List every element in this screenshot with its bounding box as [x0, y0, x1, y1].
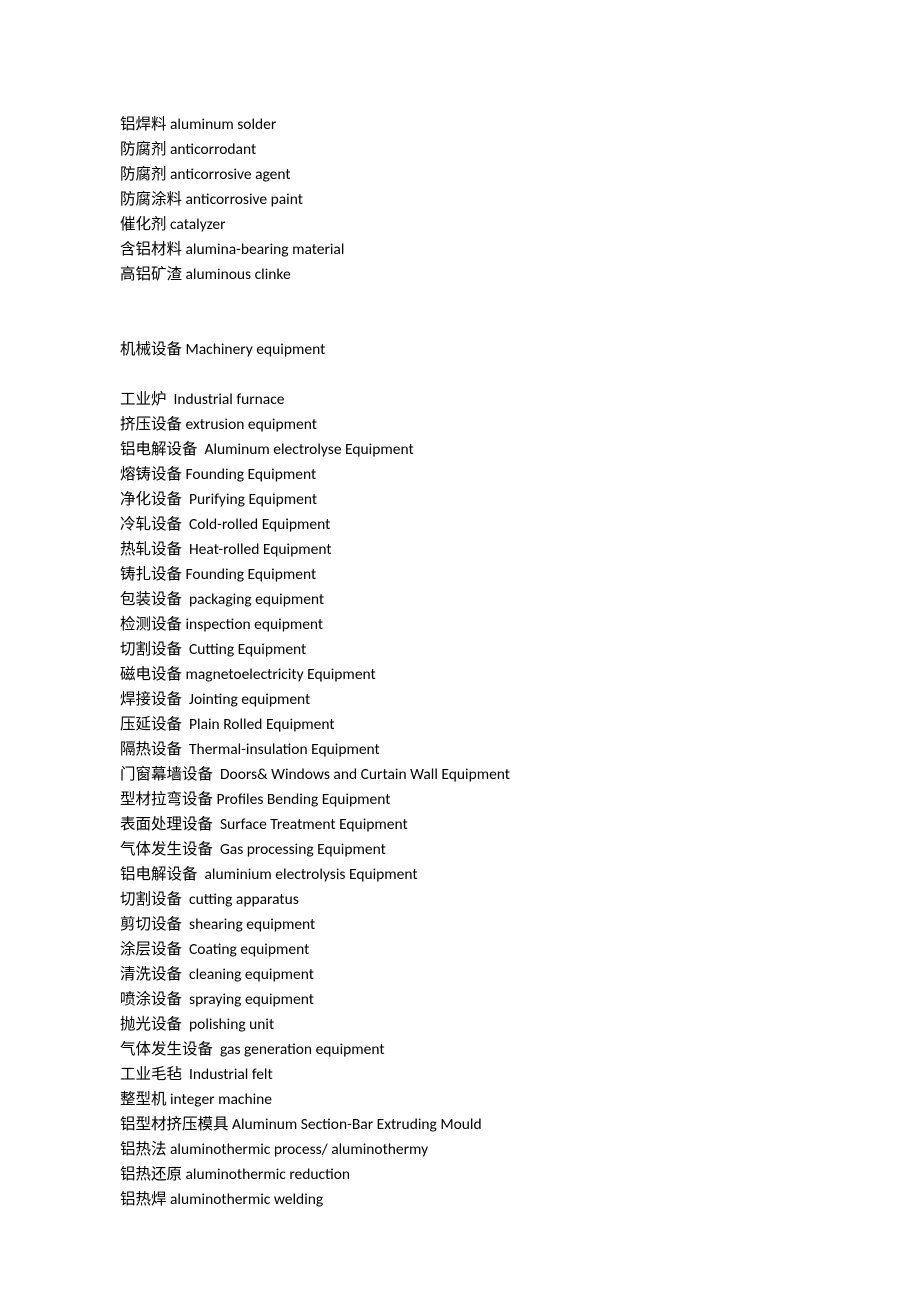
term-line: 含铝材料 alumina-bearing material — [120, 237, 800, 262]
group-1: 铝焊料 aluminum solder防腐剂 anticorrodant防腐剂 … — [120, 112, 800, 287]
term-line: 清洗设备 cleaning equipment — [120, 962, 800, 987]
term-line: 切割设备 cutting apparatus — [120, 887, 800, 912]
term-line: 热轧设备 Heat-rolled Equipment — [120, 537, 800, 562]
term-line: 整型机 integer machine — [120, 1087, 800, 1112]
term-line: 检测设备 inspection equipment — [120, 612, 800, 637]
term-line: 焊接设备 Jointing equipment — [120, 687, 800, 712]
term-line: 铝热还原 aluminothermic reduction — [120, 1162, 800, 1187]
section-heading: 机械设备 Machinery equipment — [120, 337, 800, 362]
term-line: 工业毛毡 Industrial felt — [120, 1062, 800, 1087]
document-page: 铝焊料 aluminum solder防腐剂 anticorrodant防腐剂 … — [0, 0, 920, 1212]
term-line: 包装设备 packaging equipment — [120, 587, 800, 612]
term-line: 挤压设备 extrusion equipment — [120, 412, 800, 437]
term-line: 气体发生设备 Gas processing Equipment — [120, 837, 800, 862]
term-line: 型材拉弯设备 Profiles Bending Equipment — [120, 787, 800, 812]
term-line: 剪切设备 shearing equipment — [120, 912, 800, 937]
term-line: 熔铸设备 Founding Equipment — [120, 462, 800, 487]
group-2: 工业炉 Industrial furnace挤压设备 extrusion equ… — [120, 387, 800, 1212]
term-line: 表面处理设备 Surface Treatment Equipment — [120, 812, 800, 837]
term-line: 催化剂 catalyzer — [120, 212, 800, 237]
term-line: 压延设备 Plain Rolled Equipment — [120, 712, 800, 737]
term-line: 工业炉 Industrial furnace — [120, 387, 800, 412]
term-line: 喷涂设备 spraying equipment — [120, 987, 800, 1012]
term-line: 铝热焊 aluminothermic welding — [120, 1187, 800, 1212]
term-line: 磁电设备 magnetoelectricity Equipment — [120, 662, 800, 687]
term-line: 铝焊料 aluminum solder — [120, 112, 800, 137]
term-line: 铸扎设备 Founding Equipment — [120, 562, 800, 587]
term-line: 防腐剂 anticorrodant — [120, 137, 800, 162]
term-line: 抛光设备 polishing unit — [120, 1012, 800, 1037]
term-line: 防腐剂 anticorrosive agent — [120, 162, 800, 187]
term-line: 净化设备 Purifying Equipment — [120, 487, 800, 512]
term-line: 铝热法 aluminothermic process/ aluminotherm… — [120, 1137, 800, 1162]
term-line: 防腐涂料 anticorrosive paint — [120, 187, 800, 212]
term-line: 涂层设备 Coating equipment — [120, 937, 800, 962]
blank-line — [120, 362, 800, 387]
term-line: 高铝矿渣 aluminous clinke — [120, 262, 800, 287]
term-line: 隔热设备 Thermal-insulation Equipment — [120, 737, 800, 762]
term-line: 冷轧设备 Cold-rolled Equipment — [120, 512, 800, 537]
term-line: 气体发生设备 gas generation equipment — [120, 1037, 800, 1062]
term-line: 铝电解设备 Aluminum electrolyse Equipment — [120, 437, 800, 462]
term-line: 铝型材挤压模具 Aluminum Section-Bar Extruding M… — [120, 1112, 800, 1137]
term-line: 切割设备 Cutting Equipment — [120, 637, 800, 662]
section-gap — [120, 287, 800, 337]
term-line: 铝电解设备 aluminium electrolysis Equipment — [120, 862, 800, 887]
term-line: 门窗幕墙设备 Doors& Windows and Curtain Wall E… — [120, 762, 800, 787]
